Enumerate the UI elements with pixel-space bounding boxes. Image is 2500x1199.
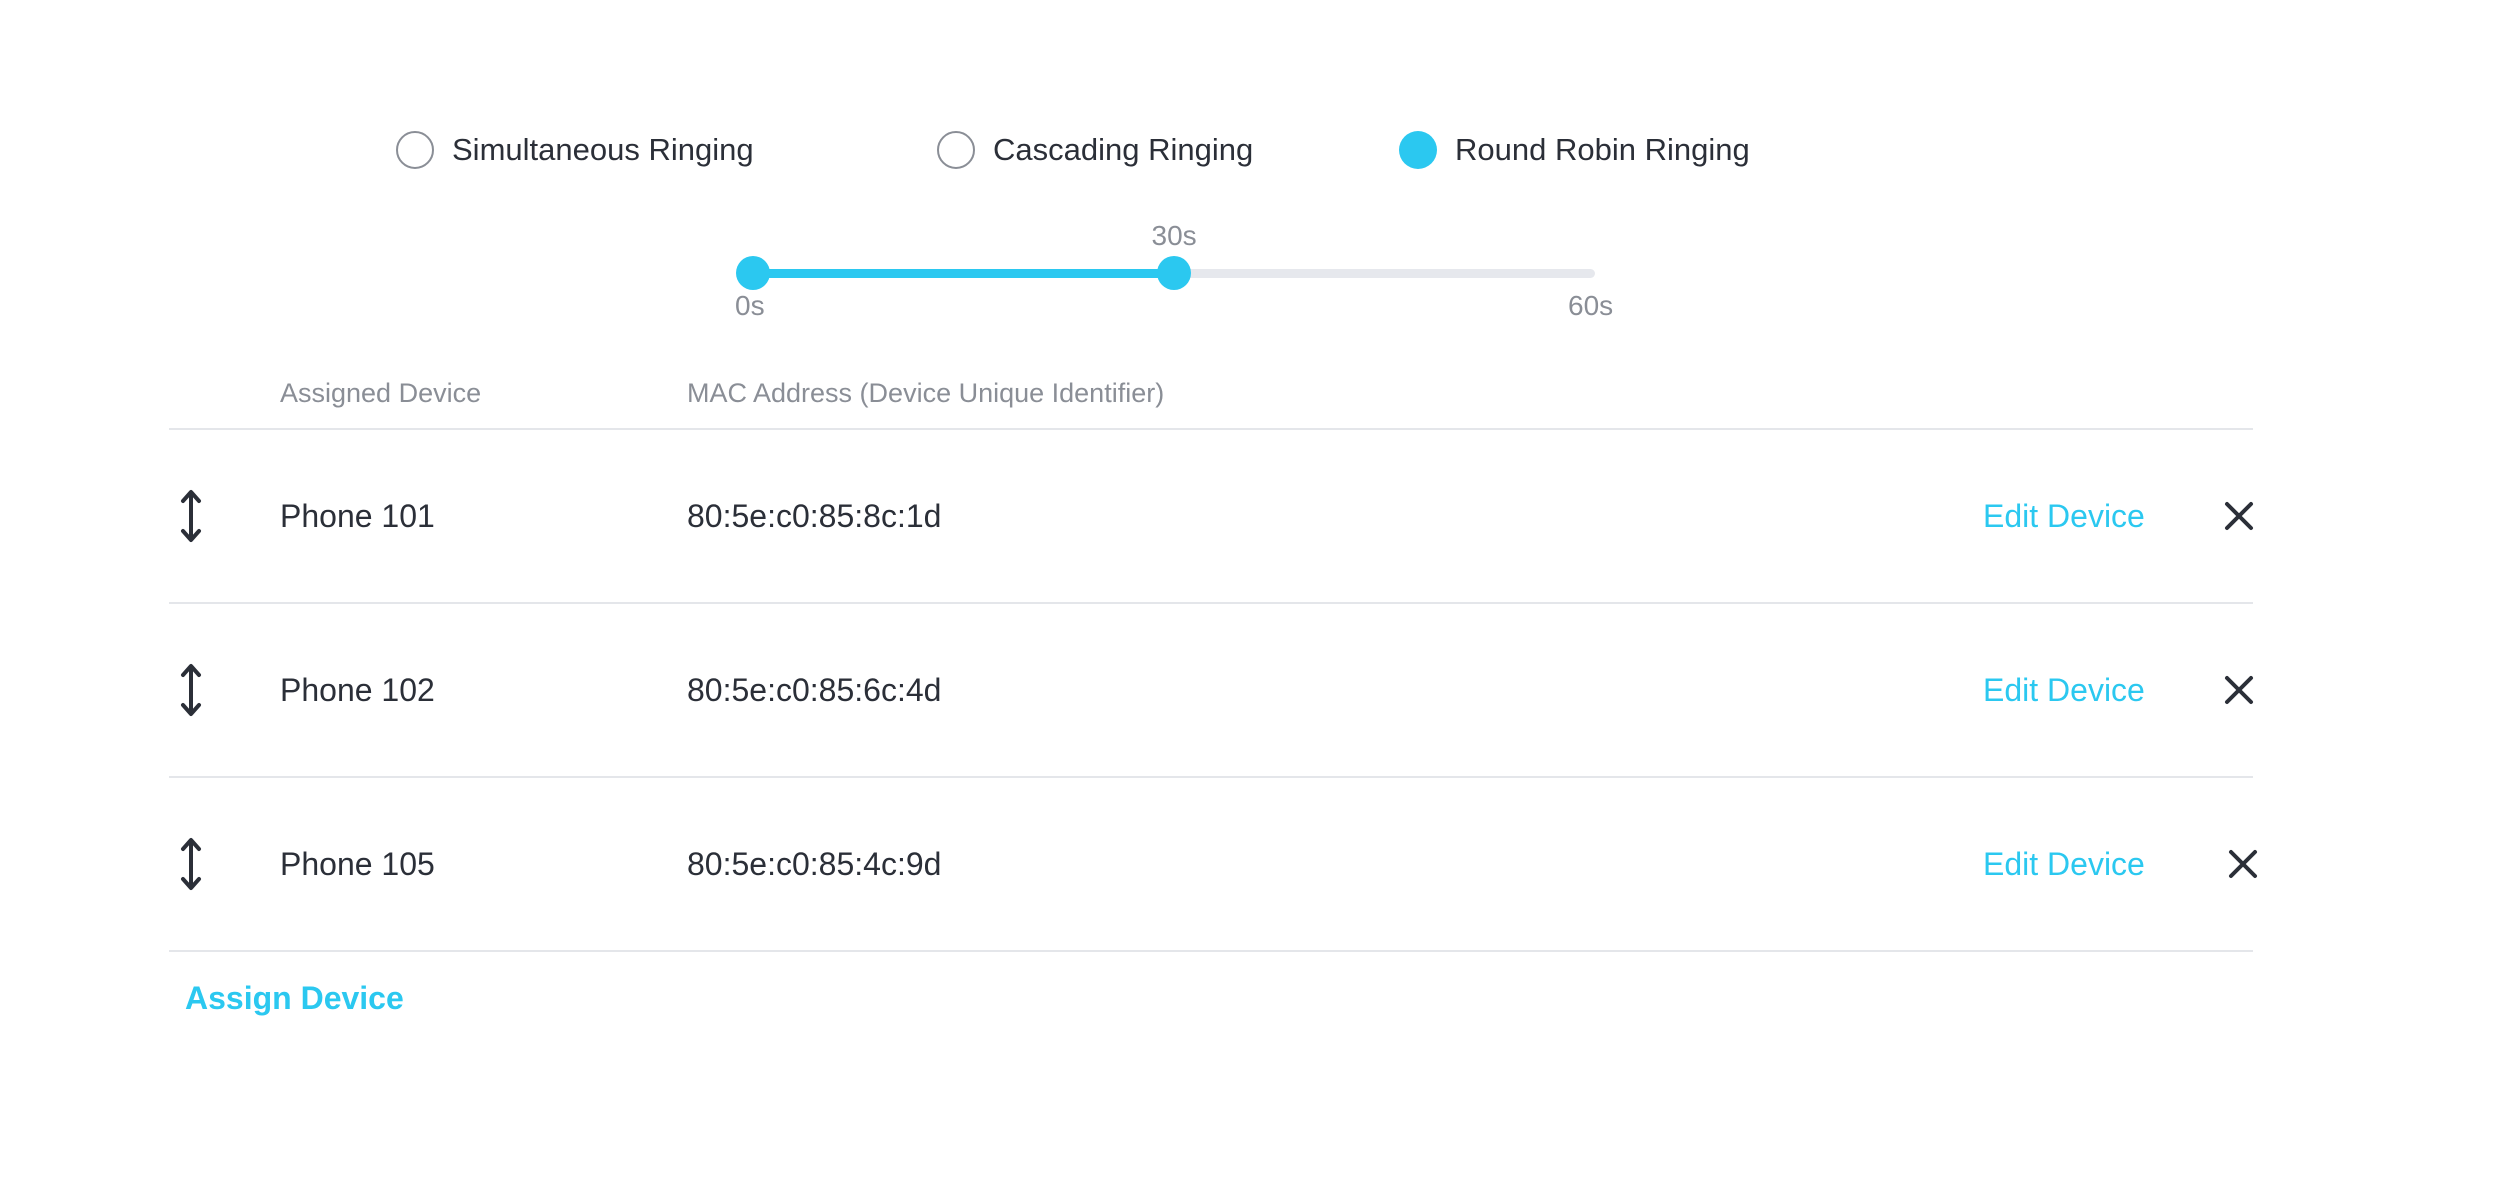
device-name: Phone 102 bbox=[280, 672, 435, 708]
assign-device-link[interactable]: Assign Device bbox=[185, 980, 404, 1017]
table-row: Phone 102 80:5e:c0:85:6c:4d Edit Device bbox=[169, 604, 2253, 776]
radio-circle bbox=[396, 131, 434, 169]
vertical-arrows-icon[interactable] bbox=[179, 488, 203, 544]
vertical-arrows-icon[interactable] bbox=[179, 836, 203, 892]
radio-circle-selected bbox=[1399, 131, 1437, 169]
mac-address: 80:5e:c0:85:4c:9d bbox=[687, 846, 942, 882]
radio-cascading-ringing[interactable]: Cascading Ringing bbox=[937, 129, 1253, 171]
edit-device-link[interactable]: Edit Device bbox=[1983, 778, 2145, 950]
column-header-mac-address: MAC Address (Device Unique Identifier) bbox=[687, 378, 1165, 408]
mac-address: 80:5e:c0:85:8c:1d bbox=[687, 498, 942, 534]
vertical-arrows-icon[interactable] bbox=[179, 662, 203, 718]
slider-handle-max[interactable] bbox=[1157, 256, 1191, 290]
radio-label: Cascading Ringing bbox=[993, 132, 1254, 167]
close-icon[interactable] bbox=[2228, 849, 2258, 879]
slider-fill bbox=[753, 269, 1174, 278]
edit-device-link[interactable]: Edit Device bbox=[1983, 430, 2145, 602]
table-row: Phone 101 80:5e:c0:85:8c:1d Edit Device bbox=[169, 430, 2253, 602]
ring-group-settings: Simultaneous Ringing Cascading Ringing R… bbox=[0, 0, 2500, 1199]
table-divider bbox=[169, 950, 2253, 952]
close-icon[interactable] bbox=[2224, 675, 2254, 705]
radio-simultaneous-ringing[interactable]: Simultaneous Ringing bbox=[396, 129, 754, 171]
slider-handle-min[interactable] bbox=[736, 256, 770, 290]
table-row: Phone 105 80:5e:c0:85:4c:9d Edit Device bbox=[169, 778, 2257, 950]
mac-address: 80:5e:c0:85:6c:4d bbox=[687, 672, 942, 708]
slider-max-label: 60s bbox=[1568, 290, 1614, 321]
column-header-assigned-device: Assigned Device bbox=[280, 378, 482, 408]
device-name: Phone 101 bbox=[280, 498, 435, 534]
edit-device-link[interactable]: Edit Device bbox=[1983, 604, 2145, 776]
close-icon[interactable] bbox=[2224, 501, 2254, 531]
radio-circle bbox=[937, 131, 975, 169]
radio-label: Round Robin Ringing bbox=[1455, 132, 1750, 167]
radio-round-robin-ringing[interactable]: Round Robin Ringing bbox=[1399, 129, 1750, 171]
radio-label: Simultaneous Ringing bbox=[452, 132, 754, 167]
device-name: Phone 105 bbox=[280, 846, 435, 882]
slider-min-label: 0s bbox=[735, 290, 765, 321]
slider-value-label: 30s bbox=[1151, 220, 1197, 251]
